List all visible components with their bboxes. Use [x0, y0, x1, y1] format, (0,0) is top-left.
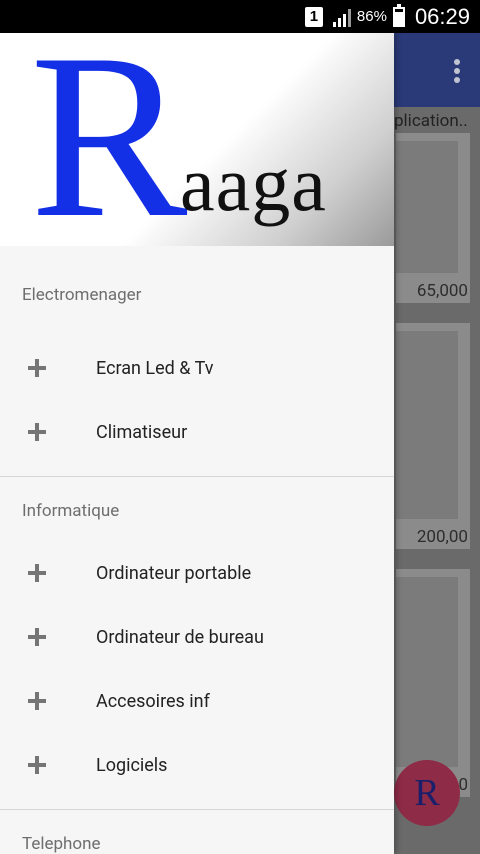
- product-image: [396, 141, 458, 273]
- section-title-telephone: Telephone: [22, 834, 101, 854]
- product-card[interactable]: 200,00: [396, 323, 470, 549]
- menu-item-label: Climatiseur: [96, 421, 188, 443]
- menu-item-label: Ecran Led & Tv: [96, 357, 214, 379]
- menu-item-climatiseur[interactable]: Climatiseur: [0, 400, 394, 464]
- app-subtitle: plication..: [394, 111, 468, 131]
- logo-text: aaga: [180, 140, 327, 227]
- navigation-drawer: R aaga Electromenager Ecran Led & Tv Cli…: [0, 33, 394, 854]
- section-title-informatique: Informatique: [22, 501, 120, 521]
- plus-icon: [27, 691, 47, 711]
- menu-item-ordinateur-de-bureau[interactable]: Ordinateur de bureau: [0, 605, 394, 669]
- overflow-menu-icon[interactable]: [454, 59, 460, 83]
- plus-icon: [27, 358, 47, 378]
- plus-icon: [27, 422, 47, 442]
- battery-percent: 86%: [356, 8, 387, 25]
- menu-item-label: Ordinateur de bureau: [96, 626, 264, 648]
- product-card[interactable]: 65,000: [396, 133, 470, 303]
- product-price: 200,00: [416, 527, 468, 547]
- signal-icon: [332, 7, 351, 27]
- menu-item-ecran-led-tv[interactable]: Ecran Led & Tv: [0, 336, 394, 400]
- clock: 06:29: [414, 3, 470, 29]
- logo-letter: R: [30, 33, 188, 267]
- drawer-header: R aaga: [0, 33, 394, 255]
- raaga-fab-button[interactable]: R: [394, 760, 460, 826]
- plus-icon: [27, 563, 47, 583]
- menu-item-ordinateur-portable[interactable]: Ordinateur portable: [0, 541, 394, 605]
- menu-item-label: Accesoires inf: [96, 690, 210, 712]
- plus-icon: [27, 627, 47, 647]
- product-image: [396, 577, 458, 767]
- sim-icon: 1: [304, 6, 323, 27]
- menu-item-logiciels[interactable]: Logiciels: [0, 733, 394, 797]
- status-bar: 1 86% 06:29: [0, 0, 480, 33]
- product-price: 65,000: [416, 281, 468, 301]
- menu-item-label: Ordinateur portable: [96, 562, 252, 584]
- product-image: [396, 331, 458, 519]
- battery-icon: [392, 3, 405, 27]
- plus-icon: [27, 755, 47, 775]
- menu-item-label: Logiciels: [96, 754, 168, 776]
- menu-item-accesoires-inf[interactable]: Accesoires inf: [0, 669, 394, 733]
